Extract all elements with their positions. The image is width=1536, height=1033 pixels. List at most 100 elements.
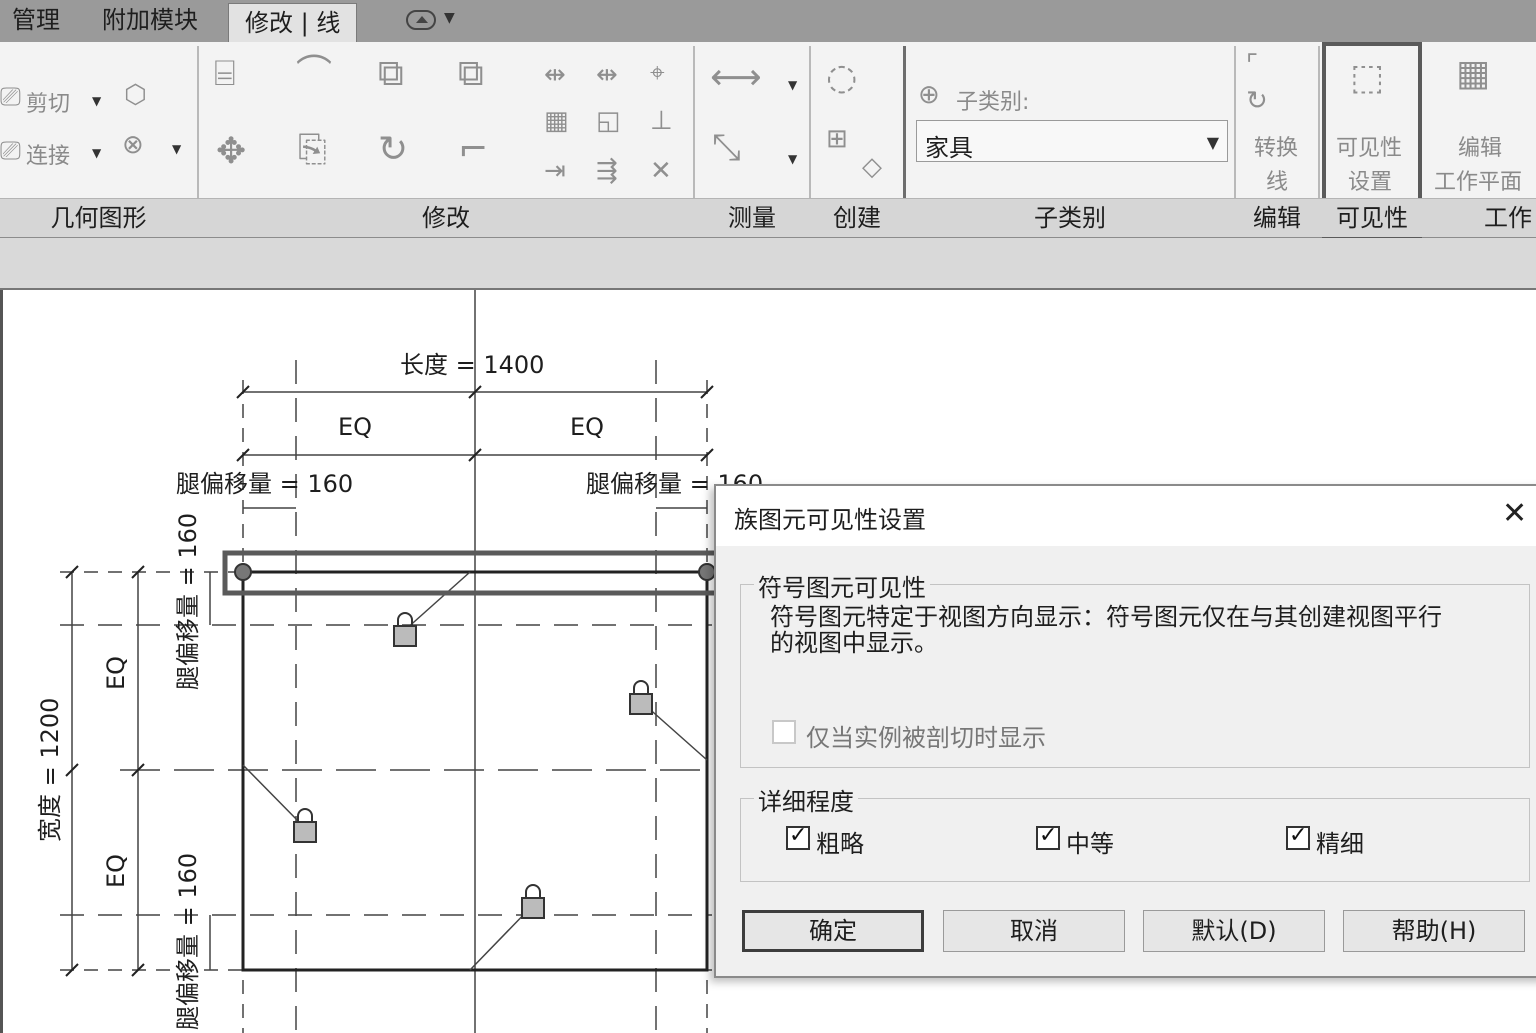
- split-element-icon[interactable]: ⇹: [544, 62, 566, 88]
- eq-label-bottom[interactable]: EQ: [102, 854, 130, 888]
- measure-between-icon[interactable]: ⟷: [710, 60, 762, 96]
- chevron-down-icon[interactable]: ▼: [92, 94, 101, 108]
- copy-icon[interactable]: ⎘: [298, 132, 327, 168]
- align-icon[interactable]: ⌸: [214, 56, 236, 92]
- lock-icon[interactable]: [521, 884, 545, 919]
- mirror-pick-axis-icon[interactable]: ⧉: [378, 56, 404, 92]
- cancel-button[interactable]: 取消: [943, 910, 1125, 952]
- endpoint-grip[interactable]: [234, 563, 252, 581]
- leg-offset-text-bottom[interactable]: 腿偏移量 = 160: [174, 853, 202, 1030]
- join-icon[interactable]: ⎚: [0, 138, 21, 164]
- pin-icon[interactable]: ⊥: [650, 108, 673, 134]
- delete-icon[interactable]: ✕: [650, 158, 672, 184]
- tab-manage[interactable]: 管理: [12, 0, 60, 42]
- symbolic-visibility-legend: 符号图元可见性: [754, 568, 930, 603]
- panel-label-create: 创建: [833, 204, 881, 232]
- lock-icon[interactable]: [629, 680, 653, 715]
- create-group-icon[interactable]: ⊞: [826, 126, 848, 152]
- lock-icon[interactable]: [393, 612, 417, 647]
- cut-only-label: 仅当实例被剖切时显示: [806, 724, 1046, 752]
- coarse-checkbox[interactable]: [786, 823, 810, 850]
- panel-label-measure: 测量: [728, 204, 776, 232]
- leg-offset-text-left[interactable]: 腿偏移量 = 160: [176, 470, 353, 498]
- coarse-label: 粗略: [816, 830, 864, 858]
- panel-label-workplane: 工作: [1484, 204, 1532, 232]
- split-gap-icon[interactable]: ⇹: [596, 62, 618, 88]
- edit-work-plane-label-1[interactable]: 编辑: [1458, 130, 1502, 162]
- unpin-icon[interactable]: ⌖: [650, 60, 665, 86]
- join-geometry-icon[interactable]: ⬡: [124, 82, 147, 108]
- close-icon[interactable]: ✕: [1502, 496, 1527, 531]
- cut-icon[interactable]: ⎚: [0, 84, 21, 110]
- default-button[interactable]: 默认(D): [1143, 910, 1325, 952]
- tab-addins[interactable]: 附加模块: [102, 0, 198, 42]
- subcategory-dropdown[interactable]: 家具 ▼: [916, 120, 1228, 162]
- convert-lines-label-2[interactable]: 线: [1266, 164, 1288, 196]
- line-work-icon[interactable]: ⌜: [1246, 52, 1258, 78]
- fine-label: 精细: [1316, 830, 1364, 858]
- similar-icon[interactable]: ◇: [862, 154, 882, 180]
- family-visibility-dialog: 族图元可见性设置 ✕ 符号图元可见性 符号图元特定于视图方向显示：符号图元仅在与…: [714, 484, 1536, 978]
- join-button[interactable]: 连接: [26, 138, 70, 170]
- chevron-down-icon[interactable]: ▼: [788, 152, 797, 166]
- help-button[interactable]: 帮助(H): [1343, 910, 1525, 952]
- edit-work-plane-label-2[interactable]: 工作平面: [1434, 164, 1522, 196]
- eq-label-left[interactable]: EQ: [338, 413, 372, 441]
- symbolic-note-line2: 的视图中显示。: [770, 629, 938, 657]
- ribbon-tab-bar: 管理 附加模块 修改 | 线 ▼: [0, 0, 1536, 44]
- lock-icon[interactable]: [293, 808, 317, 843]
- eq-label-top[interactable]: EQ: [102, 656, 130, 690]
- chevron-down-icon[interactable]: ▼: [1207, 133, 1219, 152]
- fine-checkbox[interactable]: [1286, 823, 1310, 850]
- create-component-icon[interactable]: ◌: [826, 60, 857, 96]
- convert-lines-icon[interactable]: ↻: [1246, 88, 1268, 114]
- offset-icon[interactable]: ⌒: [296, 56, 332, 92]
- lock-leader: [404, 571, 471, 631]
- medium-label: 中等: [1066, 830, 1114, 858]
- trim-multiple-icon[interactable]: ⇶: [596, 158, 618, 184]
- options-bar: [0, 238, 1536, 290]
- subcategory-icon: ⊕: [918, 80, 940, 110]
- detail-level-legend: 详细程度: [754, 782, 858, 817]
- eq-label-right[interactable]: EQ: [570, 413, 604, 441]
- move-icon[interactable]: ✥: [216, 134, 246, 170]
- chevron-down-icon[interactable]: ▼: [92, 146, 101, 160]
- dialog-title-bar[interactable]: 族图元可见性设置 ✕: [716, 486, 1536, 546]
- split-face-icon[interactable]: ⊗: [122, 132, 144, 158]
- subcategory-title: 子类别:: [956, 90, 1030, 115]
- cut-button[interactable]: 剪切: [26, 86, 70, 118]
- lock-leader: [242, 764, 304, 827]
- mirror-draw-axis-icon[interactable]: ⧉: [458, 56, 484, 92]
- chevron-down-icon[interactable]: ▼: [172, 142, 181, 156]
- dialog-title: 族图元可见性设置: [734, 506, 926, 534]
- chevron-down-icon[interactable]: ▼: [788, 78, 797, 92]
- tab-modify-lines[interactable]: 修改 | 线: [228, 3, 358, 44]
- length-dimension-text[interactable]: 长度 = 1400: [400, 351, 544, 379]
- scale-icon[interactable]: ◱: [596, 108, 621, 134]
- rotate-icon[interactable]: ↻: [378, 132, 408, 168]
- ribbon: ⎚ 剪切 ▼ ⬡ ⎚ 连接 ▼ ⊗ ▼ ⌸ ⌒ ⧉ ⧉ ✥ ⎘ ↻ ⌐ ⇹ ⇹ …: [0, 42, 1536, 238]
- panel-label-geometry: 几何图形: [50, 204, 147, 232]
- panel-label-modify: 修改: [422, 204, 470, 232]
- panel-label-edit: 编辑: [1253, 204, 1301, 232]
- ribbon-panel-labels: 几何图形 修改 测量 创建 子类别 编辑 可见性 工作: [0, 198, 1536, 237]
- panel-label-subcategory: 子类别: [1034, 204, 1106, 232]
- subcategory-selected: 家具: [925, 134, 973, 162]
- endpoint-grip[interactable]: [698, 563, 716, 581]
- medium-checkbox[interactable]: [1036, 823, 1060, 850]
- trim-single-icon[interactable]: ⇥: [544, 158, 566, 184]
- trim-extend-icon[interactable]: ⌐: [458, 132, 488, 168]
- aligned-dimension-icon[interactable]: ⤡: [712, 130, 741, 166]
- chevron-down-icon[interactable]: ▼: [444, 10, 455, 26]
- width-dimension-text[interactable]: 宽度 = 1200: [36, 698, 64, 842]
- leg-offset-text-top[interactable]: 腿偏移量 = 160: [174, 513, 202, 690]
- symbolic-note-line1: 符号图元特定于视图方向显示：符号图元仅在与其创建视图平行: [770, 603, 1442, 631]
- lock-leader: [644, 704, 708, 761]
- edit-work-plane-icon[interactable]: ▦: [1456, 56, 1490, 92]
- convert-lines-label-1[interactable]: 转换: [1254, 130, 1298, 162]
- cut-only-checkbox[interactable]: [772, 720, 796, 744]
- minimize-ribbon-icon[interactable]: [406, 10, 436, 30]
- lock-icons: [293, 612, 653, 919]
- ok-button[interactable]: 确定: [742, 910, 924, 952]
- array-icon[interactable]: ▦: [544, 108, 569, 134]
